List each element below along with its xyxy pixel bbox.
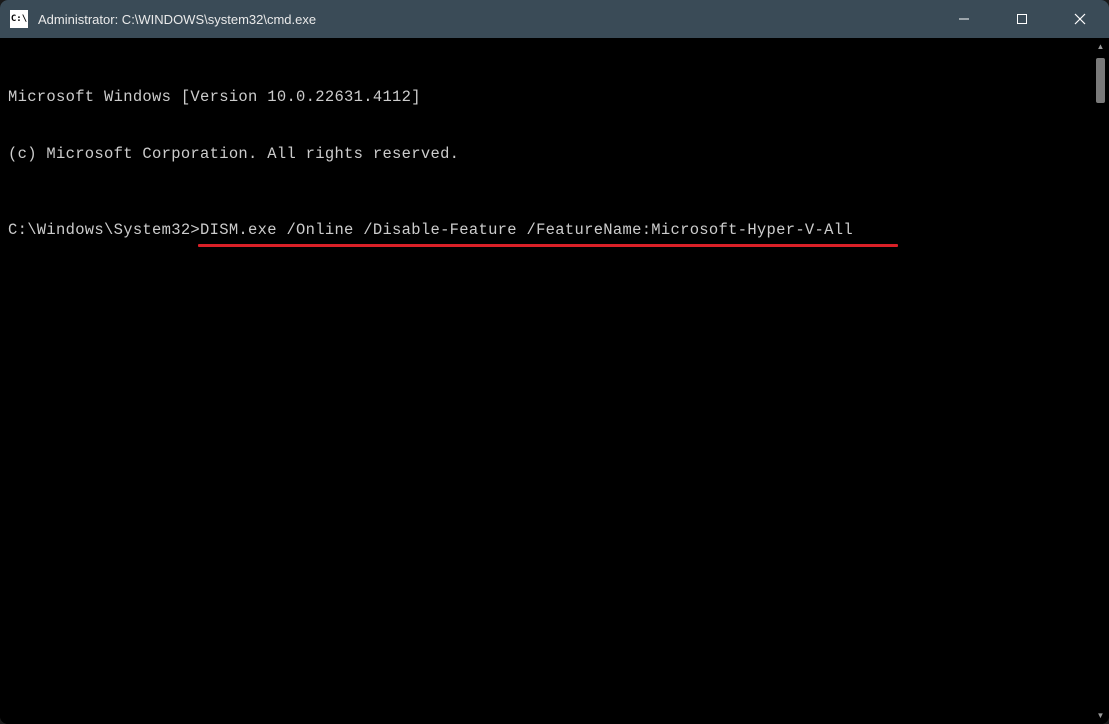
- scroll-down-icon[interactable]: ▼: [1092, 707, 1109, 724]
- cmd-window: C:\ Administrator: C:\WINDOWS\system32\c…: [0, 0, 1109, 724]
- close-icon: [1074, 13, 1086, 25]
- scrollbar-thumb[interactable]: [1096, 58, 1105, 103]
- terminal-output[interactable]: Microsoft Windows [Version 10.0.22631.41…: [0, 38, 1092, 724]
- terminal-area[interactable]: Microsoft Windows [Version 10.0.22631.41…: [0, 38, 1109, 724]
- minimize-button[interactable]: [935, 0, 993, 38]
- cmd-icon: C:\: [10, 10, 28, 28]
- output-line: (c) Microsoft Corporation. All rights re…: [8, 145, 1084, 164]
- window-controls: [935, 0, 1109, 38]
- output-line: Microsoft Windows [Version 10.0.22631.41…: [8, 88, 1084, 107]
- minimize-icon: [958, 13, 970, 25]
- maximize-button[interactable]: [993, 0, 1051, 38]
- scroll-up-icon[interactable]: ▲: [1092, 38, 1109, 55]
- maximize-icon: [1016, 13, 1028, 25]
- prompt-text: C:\Windows\System32>: [8, 221, 200, 239]
- highlight-underline: [198, 244, 898, 247]
- close-button[interactable]: [1051, 0, 1109, 38]
- window-title: Administrator: C:\WINDOWS\system32\cmd.e…: [38, 12, 935, 27]
- scrollbar[interactable]: ▲ ▼: [1092, 38, 1109, 724]
- titlebar[interactable]: C:\ Administrator: C:\WINDOWS\system32\c…: [0, 0, 1109, 38]
- command-text: DISM.exe /Online /Disable-Feature /Featu…: [200, 221, 853, 239]
- prompt-line[interactable]: C:\Windows\System32>DISM.exe /Online /Di…: [8, 221, 1084, 240]
